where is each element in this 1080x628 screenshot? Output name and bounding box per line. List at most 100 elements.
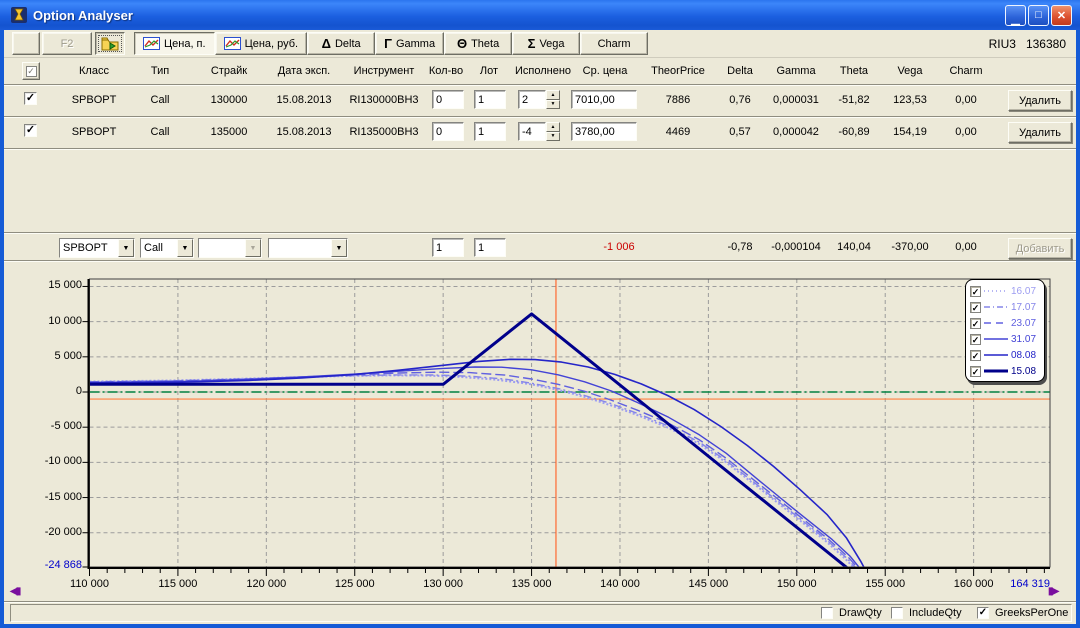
f2-button[interactable]: F2 <box>42 32 92 55</box>
total-vega: -370,00 <box>882 241 938 253</box>
x-tick-label: 125 000 <box>315 578 395 590</box>
select-all-check-icon: ✓ <box>26 66 37 77</box>
legend-checkbox[interactable]: ✓ <box>970 350 981 361</box>
legend-checkbox[interactable]: ✓ <box>970 366 981 377</box>
executed-input[interactable] <box>518 122 546 141</box>
plot-border <box>90 279 1051 567</box>
cell-exp-date: 15.08.2013 <box>268 126 340 138</box>
combo-arrow-icon[interactable]: ▼ <box>245 239 261 257</box>
tab-charm[interactable]: Charm <box>580 32 648 55</box>
combo-arrow-icon[interactable]: ▼ <box>177 239 193 257</box>
scroll-left-icon[interactable]: ◀▮ <box>10 586 19 597</box>
y-tick-label: 5 000 <box>10 350 82 362</box>
lot-input[interactable] <box>474 122 506 141</box>
folder-icon <box>101 36 119 51</box>
cell-vega: 154,19 <box>882 126 938 138</box>
header-class: Класс <box>54 65 134 77</box>
spin-down-button[interactable]: ▼ <box>546 132 560 142</box>
sigma-icon: Σ <box>528 36 536 51</box>
tab-gamma[interactable]: Γ Gamma <box>375 32 444 55</box>
maximize-button[interactable]: □ <box>1028 5 1049 26</box>
minimize-button[interactable]: ▁ <box>1005 5 1026 26</box>
add-lot-input[interactable] <box>474 238 506 257</box>
greeksperone-checkbox[interactable]: ✓ <box>977 607 989 619</box>
executed-input[interactable] <box>518 90 546 109</box>
instrument-price: 136380 <box>1026 37 1066 51</box>
class-combobox[interactable]: ▼ <box>59 238 135 258</box>
payoff-chart[interactable]: 110 000115 000120 000125 000130 000135 0… <box>4 262 1076 600</box>
scroll-right-icon[interactable]: ▮▶ <box>1048 586 1057 597</box>
legend-line-sample <box>984 302 1008 312</box>
legend-label: 15.08 <box>1011 366 1036 377</box>
legend-checkbox[interactable]: ✓ <box>970 286 981 297</box>
qty-input[interactable] <box>432 122 464 141</box>
class-combo-value[interactable] <box>60 239 118 257</box>
spin-up-button[interactable]: ▲ <box>546 122 560 132</box>
expiry-combo-value[interactable] <box>269 239 331 257</box>
close-button[interactable]: ✕ <box>1051 5 1072 26</box>
tab-price-rub[interactable]: Цена, руб. <box>215 32 308 55</box>
legend-checkbox[interactable]: ✓ <box>970 318 981 329</box>
delete-position-button[interactable]: Удалить <box>1008 122 1072 143</box>
y-tick-label: 15 000 <box>10 279 82 291</box>
status-bar: DrawQty IncludeQty ✓ GreeksPerOne <box>10 604 1072 622</box>
includeqty-label[interactable]: IncludeQty <box>909 607 962 619</box>
cell-theta: -60,89 <box>828 126 880 138</box>
includeqty-checkbox[interactable] <box>891 607 903 619</box>
combo-arrow-icon[interactable]: ▼ <box>118 239 134 257</box>
tab-price-points[interactable]: Цена, п. <box>134 32 215 55</box>
portfolio-pnl-value: -1 006 <box>574 241 664 253</box>
spin-down-button[interactable]: ▼ <box>546 100 560 110</box>
chart-canvas[interactable] <box>4 262 1076 578</box>
theta-icon: Θ <box>457 36 467 51</box>
greeksperone-label[interactable]: GreeksPerOne <box>995 607 1068 619</box>
combo-arrow-icon[interactable]: ▼ <box>331 239 347 257</box>
delta-icon: Δ <box>322 36 331 51</box>
legend-row: ✓23.07 <box>970 315 1040 331</box>
total-theta: 140,04 <box>828 241 880 253</box>
cell-exp-date: 15.08.2013 <box>268 94 340 106</box>
toolbar-blank-button[interactable] <box>12 32 40 55</box>
x-tick-label: 140 000 <box>580 578 660 590</box>
qty-input[interactable] <box>432 90 464 109</box>
app-icon <box>10 6 28 24</box>
title-bar[interactable]: Option Analyser ▁ □ ✕ <box>0 0 1080 30</box>
legend-line-sample <box>984 286 1008 296</box>
x-tick-label: 145 000 <box>668 578 748 590</box>
drawqty-label[interactable]: DrawQty <box>839 607 882 619</box>
strike-combobox[interactable]: ▼ <box>198 238 262 258</box>
legend-checkbox[interactable]: ✓ <box>970 334 981 345</box>
delete-position-button[interactable]: Удалить <box>1008 90 1072 111</box>
header-exp-date: Дата эксп. <box>268 65 340 77</box>
add-position-button[interactable]: Добавить <box>1008 238 1072 259</box>
y-tick-label: 0 <box>10 385 82 397</box>
cell-vega: 123,53 <box>882 94 938 106</box>
tab-label: Charm <box>598 38 631 50</box>
legend-checkbox[interactable]: ✓ <box>970 302 981 313</box>
lot-input[interactable] <box>474 90 506 109</box>
total-gamma: -0,000104 <box>766 241 826 253</box>
position-checkbox[interactable]: ✓ <box>24 124 37 137</box>
cell-theta: -51,82 <box>828 94 880 106</box>
select-all-checkbox-button[interactable]: ✓ <box>22 62 40 80</box>
header-vega: Vega <box>882 65 938 77</box>
position-checkbox[interactable]: ✓ <box>24 92 37 105</box>
add-qty-input[interactable] <box>432 238 464 257</box>
avg-price-input[interactable] <box>571 122 637 141</box>
header-executed: Исполнено <box>512 65 574 77</box>
tab-vega[interactable]: Σ Vega <box>512 32 580 55</box>
tab-theta[interactable]: Θ Theta <box>444 32 512 55</box>
tab-delta[interactable]: Δ Delta <box>307 32 375 55</box>
spin-up-button[interactable]: ▲ <box>546 90 560 100</box>
strike-combo-value[interactable] <box>199 239 245 257</box>
legend-line-sample <box>984 318 1008 328</box>
y-tick-label: -5 000 <box>10 420 82 432</box>
avg-price-input[interactable] <box>571 90 637 109</box>
type-combo-value[interactable] <box>141 239 177 257</box>
cell-class: SPBOPT <box>54 94 134 106</box>
drawqty-checkbox[interactable] <box>821 607 833 619</box>
cell-type: Call <box>134 126 186 138</box>
type-combobox[interactable]: ▼ <box>140 238 194 258</box>
open-portfolio-button[interactable] <box>95 32 125 55</box>
expiry-combobox[interactable]: ▼ <box>268 238 348 258</box>
